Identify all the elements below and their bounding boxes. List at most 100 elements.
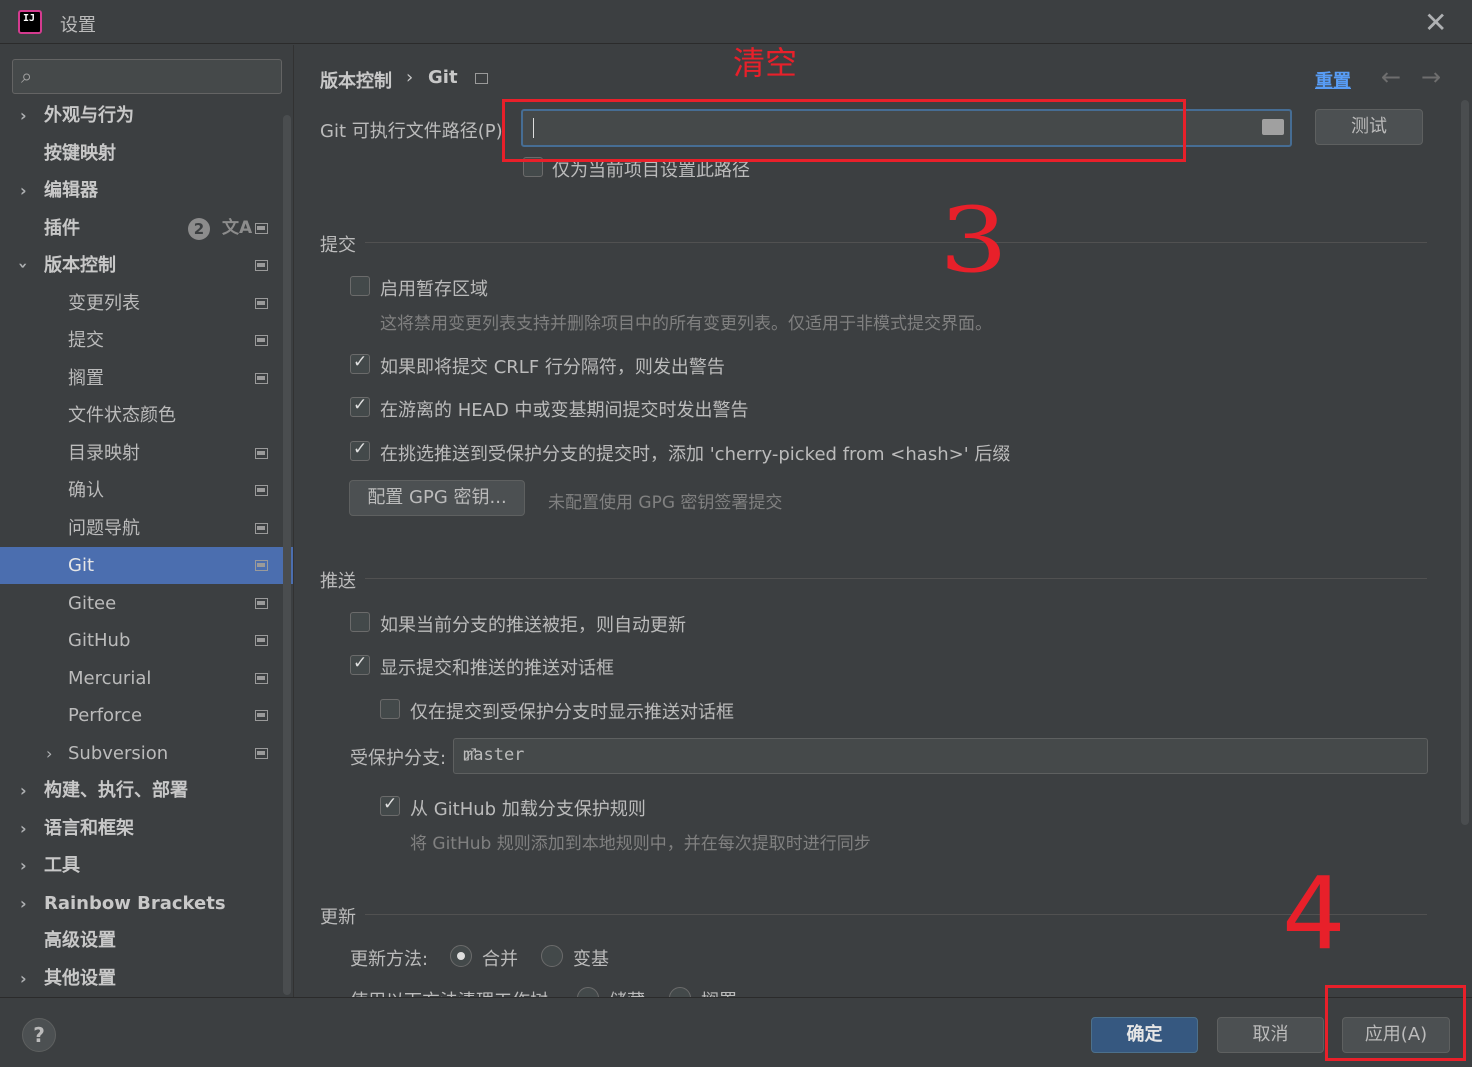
annotation-box-path — [502, 99, 1186, 162]
commit-section-title: 提交 — [320, 235, 356, 256]
stash-radio[interactable] — [577, 987, 599, 997]
annotation-clear: 清空 — [733, 44, 798, 82]
reset-link[interactable]: 重置 — [1315, 67, 1351, 93]
app-logo-icon: IJ — [18, 10, 42, 34]
merge-radio[interactable] — [450, 945, 472, 967]
search-icon: ⌕ — [21, 64, 33, 88]
update-method-label: 更新方法: — [350, 949, 429, 970]
load-github-rules-hint: 将 GitHub 规则添加到本地规则中，并在每次提取时进行同步 — [410, 834, 871, 854]
sidebar-item-editor[interactable]: › 编辑器 — [0, 172, 282, 209]
protected-branches-input[interactable]: master ⤢ — [453, 738, 1428, 774]
forward-arrow-icon[interactable]: → — [1421, 63, 1441, 91]
folder-browse-icon[interactable] — [1262, 119, 1284, 135]
section-divider — [365, 578, 1427, 579]
git-path-label: Git 可执行文件路径(P) — [320, 121, 503, 142]
shelve-label: 搁置 — [701, 987, 737, 997]
show-push-dialog-checkbox[interactable] — [350, 653, 370, 675]
sidebar-item-appearance[interactable]: › 外观与行为 — [0, 97, 282, 134]
sidebar-item-vcs[interactable]: › 版本控制 — [0, 247, 282, 284]
crlf-warning-label: 如果即将提交 CRLF 行分隔符，则发出警告 — [380, 357, 725, 378]
search-input[interactable]: ⌕ — [12, 59, 282, 94]
project-level-icon — [255, 673, 268, 684]
project-level-icon — [255, 710, 268, 721]
translate-icon: 文A — [222, 218, 253, 238]
staging-area-hint: 这将禁用变更列表支持并删除项目中的所有变更列表。仅适用于非模式提交界面。 — [380, 314, 992, 334]
ok-button[interactable]: 确定 — [1091, 1017, 1198, 1053]
help-button[interactable]: ? — [22, 1018, 56, 1052]
sidebar-item-languages[interactable]: › 语言和框架 — [0, 810, 282, 847]
sidebar-scrollbar[interactable] — [283, 115, 291, 995]
auto-update-label: 如果当前分支的推送被拒，则自动更新 — [380, 615, 686, 636]
window-title: 设置 — [60, 15, 96, 36]
sidebar-item-gitee[interactable]: Gitee — [0, 585, 282, 622]
merge-label: 合并 — [482, 949, 518, 970]
sidebar-item-commit[interactable]: 提交 — [0, 322, 282, 359]
back-arrow-icon[interactable]: ← — [1381, 63, 1401, 91]
annotation-four: 4 — [1282, 855, 1346, 972]
breadcrumb-current: Git — [428, 67, 458, 88]
cherry-pick-checkbox[interactable] — [350, 439, 370, 461]
sidebar-item-mercurial[interactable]: Mercurial — [0, 660, 282, 697]
content-scrollbar[interactable] — [1461, 100, 1469, 825]
project-level-icon — [475, 73, 488, 84]
sidebar-item-file-status-colors[interactable]: 文件状态颜色 — [0, 397, 282, 434]
sidebar-item-advanced[interactable]: 高级设置 — [0, 922, 282, 959]
gpg-hint: 未配置使用 GPG 密钥签署提交 — [548, 493, 783, 513]
project-level-icon — [255, 523, 268, 534]
breadcrumb-separator: › — [406, 67, 414, 88]
close-icon[interactable]: ✕ — [1424, 6, 1447, 39]
project-level-icon — [255, 635, 268, 646]
project-level-icon — [255, 448, 268, 459]
cancel-button[interactable]: 取消 — [1217, 1017, 1324, 1053]
project-level-icon — [255, 223, 268, 234]
project-level-icon — [255, 335, 268, 346]
auto-update-checkbox[interactable] — [350, 612, 370, 632]
chevron-right-icon: › — [20, 969, 27, 988]
sidebar-item-rainbow-brackets[interactable]: › Rainbow Brackets — [0, 885, 282, 922]
breadcrumb-parent[interactable]: 版本控制 — [320, 67, 392, 93]
chevron-right-icon: › — [20, 106, 27, 125]
project-level-icon — [255, 260, 268, 271]
protected-branches-label: 受保护分支: — [350, 748, 447, 769]
crlf-warning-checkbox[interactable] — [350, 352, 370, 374]
annotation-box-apply — [1325, 985, 1466, 1061]
sidebar-item-perforce[interactable]: Perforce — [0, 697, 282, 734]
clean-method-label: 使用以下方法清理工作树: — [350, 987, 554, 997]
project-level-icon — [255, 748, 268, 759]
sidebar-item-plugins[interactable]: 插件 2 文A — [0, 210, 282, 247]
push-section-title: 推送 — [320, 571, 356, 592]
sidebar-item-shelf[interactable]: 搁置 — [0, 360, 282, 397]
shelve-radio[interactable] — [669, 987, 691, 997]
detached-head-label: 在游离的 HEAD 中或变基期间提交时发出警告 — [380, 400, 749, 421]
project-level-icon — [255, 560, 268, 571]
test-button[interactable]: 测试 — [1315, 109, 1423, 145]
staging-area-checkbox[interactable] — [350, 276, 370, 296]
protected-only-checkbox[interactable] — [380, 699, 400, 719]
rebase-radio[interactable] — [541, 945, 563, 967]
load-github-rules-checkbox[interactable] — [380, 794, 400, 816]
sidebar-item-issue-navigation[interactable]: 问题导航 — [0, 510, 282, 547]
configure-gpg-button[interactable]: 配置 GPG 密钥... — [349, 480, 525, 516]
sidebar-item-confirmation[interactable]: 确认 — [0, 472, 282, 509]
detached-head-checkbox[interactable] — [350, 395, 370, 417]
chevron-right-icon: › — [20, 894, 27, 913]
sidebar-item-keymap[interactable]: 按键映射 — [0, 135, 282, 172]
stash-label: 储藏 — [609, 987, 645, 997]
sidebar-item-github[interactable]: GitHub — [0, 622, 282, 659]
sidebar-item-tools[interactable]: › 工具 — [0, 847, 282, 884]
project-level-icon — [255, 598, 268, 609]
annotation-three: 3 — [939, 188, 1008, 293]
rebase-label: 变基 — [573, 949, 609, 970]
sidebar-item-other[interactable]: › 其他设置 — [0, 960, 282, 997]
sidebar-item-build[interactable]: › 构建、执行、部署 — [0, 772, 282, 809]
section-divider — [365, 914, 1427, 915]
sidebar-item-subversion[interactable]: › Subversion — [0, 735, 282, 772]
sidebar-item-git[interactable]: Git — [0, 547, 293, 584]
load-github-rules-label: 从 GitHub 加载分支保护规则 — [410, 799, 646, 820]
expand-icon[interactable]: ⤢ — [463, 745, 477, 765]
settings-sidebar: ⌕ › 外观与行为 按键映射 › 编辑器 插件 2 文A › 版本控制 变更列表… — [0, 45, 294, 997]
sidebar-item-directory-mappings[interactable]: 目录映射 — [0, 435, 282, 472]
chevron-right-icon: › — [20, 856, 27, 875]
sidebar-item-changelists[interactable]: 变更列表 — [0, 285, 282, 322]
project-level-icon — [255, 485, 268, 496]
